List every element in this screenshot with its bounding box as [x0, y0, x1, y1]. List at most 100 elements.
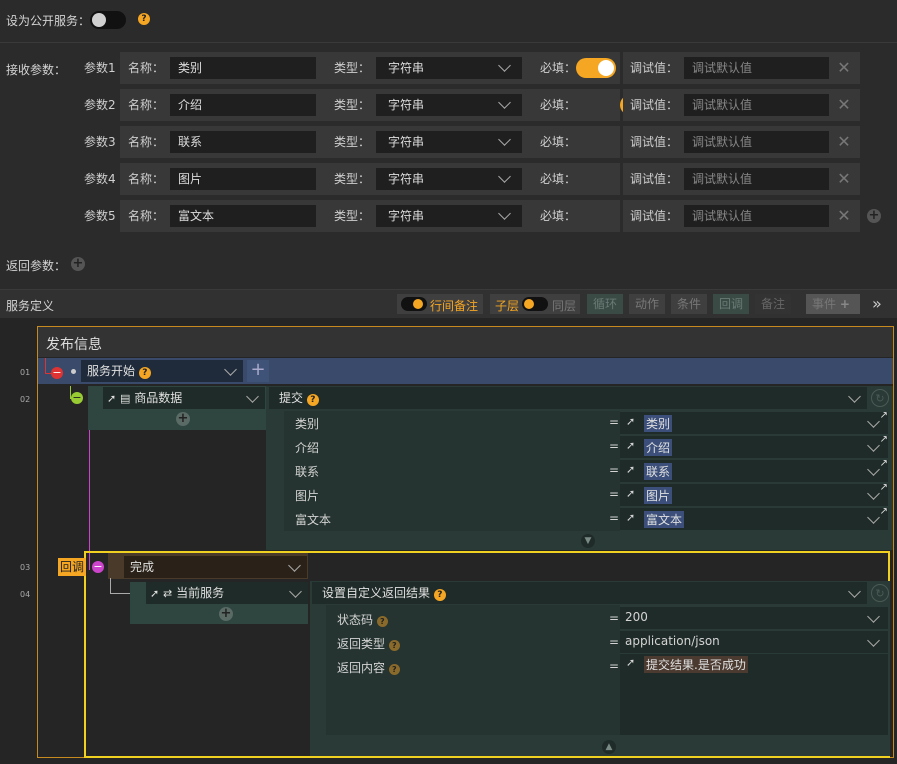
action-button[interactable]: 动作 — [629, 294, 666, 314]
field-value-select[interactable]: ➚ 介绍 ↗ — [620, 434, 888, 458]
line-number: 02 — [20, 395, 31, 404]
submit-node[interactable]: 提交 ? — [269, 387, 867, 409]
service-start-node[interactable]: 服务开始 ? — [81, 360, 243, 382]
result-value[interactable]: 提交结果.是否成功 — [644, 656, 748, 673]
field-name: 图片 — [295, 489, 320, 503]
service-def-bar: 服务定义 行间备注 子层 同层 循环 动作 条件 回调 备注 事件 + » — [0, 289, 897, 319]
field-row — [284, 435, 620, 459]
more-icon[interactable]: » — [872, 294, 882, 313]
param-id: 参数5 — [84, 209, 116, 223]
equals-sign: = — [609, 439, 620, 453]
chevron-down-icon — [867, 463, 880, 476]
chevron-down-icon — [867, 610, 880, 623]
param-type-label: 类型： — [334, 61, 371, 75]
param-name-label: 名称： — [128, 172, 165, 186]
field-value-select[interactable]: ➚ 富文本 ↗ — [620, 506, 888, 530]
add-sub-node-icon[interactable]: + — [219, 607, 233, 621]
equals-sign: = — [609, 511, 620, 525]
param-debug-input[interactable]: 调试默认值 — [684, 168, 829, 190]
field-value-select[interactable]: ➚ 联系 ↗ — [620, 458, 888, 482]
close-icon[interactable]: ✕ — [837, 134, 851, 150]
param-name-input[interactable]: 富文本 — [170, 205, 316, 227]
result-value: 200 — [625, 610, 648, 624]
param-debug-input[interactable]: 调试默认值 — [684, 94, 829, 116]
condition-button[interactable]: 条件 — [671, 294, 708, 314]
callback-button[interactable]: 回调 — [713, 294, 750, 314]
layer-toggle[interactable]: 子层 同层 — [490, 294, 580, 314]
param-name-input[interactable]: 介绍 — [170, 94, 316, 116]
field-value: 类别 — [644, 415, 673, 432]
field-value-select[interactable]: ➚ 类别 ↗ — [620, 410, 888, 434]
close-icon[interactable]: ✕ — [837, 97, 851, 113]
chevron-up-icon[interactable]: ▲ — [602, 740, 616, 754]
collapse-icon[interactable]: − — [51, 367, 63, 379]
field-row — [284, 411, 620, 435]
param-required-label: 必填： — [540, 98, 577, 112]
callback-tag: 回调 — [58, 558, 87, 576]
param-required-label: 必填： — [540, 61, 577, 75]
add-sub-node-icon[interactable]: + — [176, 412, 190, 426]
param-name-input[interactable]: 图片 — [170, 168, 316, 190]
param-name-label: 名称： — [128, 209, 165, 223]
result-field-name: 返回类型 ? — [337, 635, 400, 652]
public-service-label: 设为公开服务： — [6, 14, 91, 28]
result-value-select[interactable]: application/json — [620, 631, 888, 653]
public-service-toggle[interactable] — [90, 11, 126, 29]
loop-button[interactable]: 循环 — [587, 294, 624, 314]
field-name: 富文本 — [295, 513, 332, 527]
param-name-input[interactable]: 类别 — [170, 57, 316, 79]
refresh-icon[interactable]: ↻ — [871, 389, 889, 407]
note-button[interactable]: 备注 — [755, 294, 792, 314]
cursor-icon: ➚ — [150, 587, 160, 600]
inline-note-toggle[interactable]: 行间备注 — [397, 294, 483, 314]
chevron-down-icon — [867, 487, 880, 500]
result-value-select[interactable]: 200 — [620, 607, 888, 629]
set-result-node[interactable]: 设置自定义返回结果 ? — [312, 582, 867, 604]
expand-icon[interactable]: ↗ — [880, 482, 888, 493]
field-value-select[interactable]: ➚ 图片 ↗ — [620, 482, 888, 506]
service-def-label: 服务定义 — [6, 299, 55, 313]
param-id: 参数4 — [84, 172, 116, 186]
cursor-icon: ➚ — [626, 439, 636, 452]
param-debug-input[interactable]: 调试默认值 — [684, 57, 829, 79]
param-required-toggle[interactable] — [576, 58, 616, 78]
param-name-input[interactable]: 联系 — [170, 131, 316, 153]
param-debug-label: 调试值： — [630, 209, 679, 223]
current-service-node[interactable]: ➚ ⇄ 当前服务 — [146, 582, 308, 604]
help-icon[interactable]: ? — [138, 13, 150, 25]
result-value: application/json — [625, 634, 720, 648]
line-number: 03 — [20, 563, 31, 572]
expand-icon[interactable]: ↗ — [880, 506, 888, 517]
expand-icon[interactable]: ↗ — [880, 434, 888, 445]
close-icon[interactable]: ✕ — [837, 208, 851, 224]
param-type-label: 类型： — [334, 135, 371, 149]
add-param-icon[interactable]: + — [867, 209, 881, 223]
help-icon[interactable]: ? — [138, 367, 151, 379]
refresh-icon[interactable]: ↻ — [871, 584, 889, 602]
swap-icon: ⇄ — [163, 587, 173, 600]
param-name-label: 名称： — [128, 135, 165, 149]
close-icon[interactable]: ✕ — [837, 171, 851, 187]
cursor-icon: ➚ — [626, 656, 636, 669]
chevron-down-icon — [867, 415, 880, 428]
done-node[interactable]: 完成 — [124, 556, 307, 578]
add-node-button[interactable]: + — [247, 360, 269, 382]
event-button[interactable]: 事件 + — [806, 294, 860, 314]
equals-sign: = — [609, 487, 620, 501]
param-required-label: 必填： — [540, 135, 577, 149]
close-icon[interactable]: ✕ — [837, 60, 851, 76]
collapse-icon[interactable]: − — [71, 392, 83, 404]
expand-icon[interactable]: ↗ — [880, 458, 888, 469]
param-debug-input[interactable]: 调试默认值 — [684, 131, 829, 153]
collapse-icon[interactable]: − — [92, 561, 104, 573]
goods-data-node[interactable]: ➚ ▤ 商品数据 — [103, 387, 265, 409]
field-value: 富文本 — [644, 511, 685, 528]
public-service-row: 设为公开服务： ? — [0, 0, 897, 43]
add-return-param-icon[interactable]: + — [71, 257, 85, 271]
cursor-icon: ➚ — [626, 463, 636, 476]
cursor-icon: ➚ — [626, 487, 636, 500]
chevron-down-icon[interactable]: ▼ — [581, 534, 595, 548]
param-debug-input[interactable]: 调试默认值 — [684, 205, 829, 227]
param-type-label: 类型： — [334, 172, 371, 186]
expand-icon[interactable]: ↗ — [880, 410, 888, 421]
